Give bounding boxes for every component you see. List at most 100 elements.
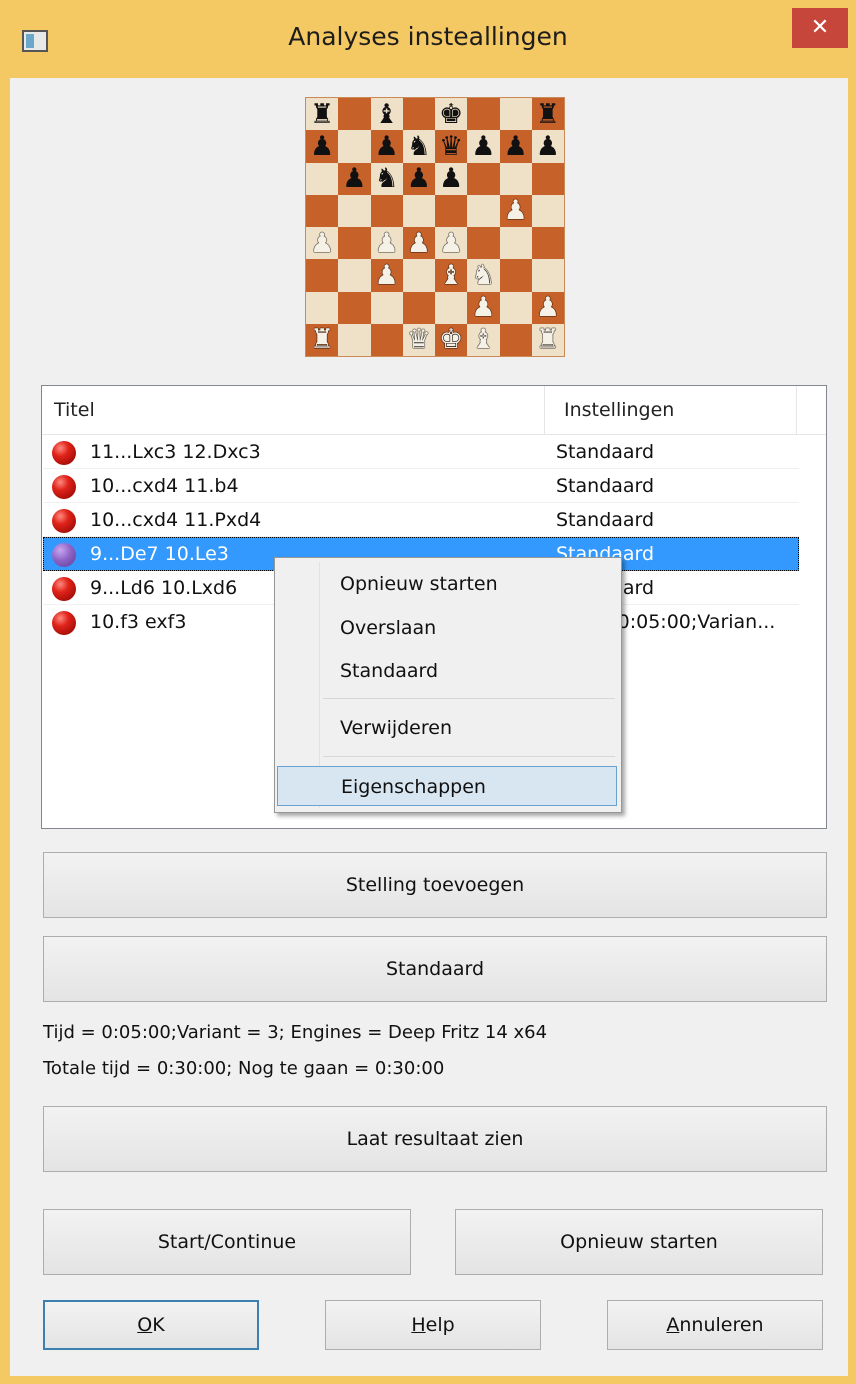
list-item[interactable]: 10...cxd4 11.Pxd4 Standaard bbox=[43, 503, 799, 537]
row-title: 9...De7 10.Le3 bbox=[90, 543, 229, 565]
ok-accelerator: O bbox=[137, 1314, 153, 1336]
board-square bbox=[338, 194, 371, 227]
white-knight-icon: ♞ bbox=[467, 259, 500, 292]
black-bishop-icon: ♝ bbox=[370, 98, 403, 131]
black-rook-icon: ♜ bbox=[531, 98, 564, 131]
menu-item-label: Opnieuw starten bbox=[340, 573, 498, 595]
board-square bbox=[338, 98, 371, 131]
row-settings: Standaard bbox=[556, 441, 655, 463]
black-pawn-icon: ♟ bbox=[531, 130, 564, 163]
white-queen-icon: ♛ bbox=[402, 323, 435, 356]
list-item[interactable]: 11...Lxc3 12.Dxc3 Standaard bbox=[43, 435, 799, 469]
white-pawn-icon: ♟ bbox=[499, 194, 532, 227]
board-square bbox=[531, 162, 564, 195]
black-pawn-icon: ♟ bbox=[435, 162, 468, 195]
row-title: 10...cxd4 11.b4 bbox=[90, 475, 239, 497]
white-pawn-icon: ♟ bbox=[306, 227, 339, 260]
menu-separator bbox=[323, 756, 615, 757]
row-title: 9...Ld6 10.Lxd6 bbox=[90, 577, 238, 599]
board-square bbox=[531, 227, 564, 260]
white-pawn-icon: ♟ bbox=[370, 259, 403, 292]
board-square bbox=[402, 291, 435, 324]
board-square bbox=[370, 323, 403, 356]
black-pawn-icon: ♟ bbox=[370, 130, 403, 163]
board-square bbox=[467, 162, 500, 195]
ok-label-rest: K bbox=[152, 1314, 165, 1336]
restart-button[interactable]: Opnieuw starten bbox=[455, 1209, 823, 1275]
board-square bbox=[499, 323, 532, 356]
list-item[interactable]: 10...cxd4 11.b4 Standaard bbox=[43, 469, 799, 503]
menu-item-restart[interactable]: Opnieuw starten bbox=[277, 564, 617, 604]
white-rook-icon: ♜ bbox=[306, 323, 339, 356]
white-pawn-icon: ♟ bbox=[467, 291, 500, 324]
dialog-client-area: ♜ ♝ ♚ ♜ ♟ ♟ ♞ ♛ ♟ ♟ ♟ ♟ ♞ ♟ ♟ ♟ ♟ ♟ ♟ ♟ ♟ ♝ ♞ ♟ ♟ ♜ ♛ ♚ ♝ ♜ Titel Ins… bbox=[10, 78, 848, 1376]
black-pawn-icon: ♟ bbox=[499, 130, 532, 163]
time-info-line: Totale tijd = 0:30:00; Nog te gaan = 0:3… bbox=[43, 1058, 445, 1079]
board-square bbox=[467, 194, 500, 227]
column-header-title[interactable]: Titel bbox=[54, 386, 544, 434]
black-king-icon: ♚ bbox=[435, 98, 468, 131]
board-square bbox=[531, 259, 564, 292]
white-bishop-icon: ♝ bbox=[467, 323, 500, 356]
black-pawn-icon: ♟ bbox=[306, 130, 339, 163]
black-queen-icon: ♛ bbox=[435, 130, 468, 163]
row-title: 10.f3 exf3 bbox=[90, 611, 187, 633]
dialog-window: Analyses insteallingen ✕ ♜ ♝ ♚ ♜ ♟ ♟ ♞ ♛ ♟ ♟ ♟ ♟ ♞ ♟ ♟… bbox=[0, 0, 856, 1384]
board-square bbox=[467, 227, 500, 260]
row-title: 11...Lxc3 12.Dxc3 bbox=[90, 441, 261, 463]
black-pawn-icon: ♟ bbox=[467, 130, 500, 163]
column-header-settings[interactable]: Instellingen bbox=[556, 386, 796, 434]
start-continue-button[interactable]: Start/Continue bbox=[43, 1209, 411, 1275]
board-square bbox=[499, 98, 532, 131]
context-menu: Opnieuw starten Overslaan Standaard Verw… bbox=[274, 557, 622, 813]
status-ball-icon bbox=[52, 475, 76, 499]
board-square bbox=[467, 98, 500, 131]
white-pawn-icon: ♟ bbox=[402, 227, 435, 260]
ok-button[interactable]: OK bbox=[43, 1300, 259, 1350]
cancel-accelerator: A bbox=[666, 1314, 680, 1336]
add-position-button[interactable]: Stelling toevoegen bbox=[43, 852, 827, 918]
menu-item-skip[interactable]: Overslaan bbox=[277, 608, 617, 648]
help-accelerator: H bbox=[411, 1314, 426, 1336]
board-square bbox=[435, 291, 468, 324]
board-square bbox=[306, 162, 339, 195]
window-title: Analyses insteallingen bbox=[288, 22, 568, 51]
board-square bbox=[306, 259, 339, 292]
board-square bbox=[338, 291, 371, 324]
board-square bbox=[531, 194, 564, 227]
help-button[interactable]: Help bbox=[325, 1300, 541, 1350]
chessboard-preview: ♜ ♝ ♚ ♜ ♟ ♟ ♞ ♛ ♟ ♟ ♟ ♟ ♞ ♟ ♟ ♟ ♟ ♟ ♟ ♟ ♟ ♝ ♞ ♟ ♟ ♜ ♛ ♚ ♝ ♜ bbox=[305, 97, 565, 357]
board-square bbox=[402, 259, 435, 292]
board-square bbox=[499, 227, 532, 260]
row-title: 10...cxd4 11.Pxd4 bbox=[90, 509, 262, 531]
settings-info-line: Tijd = 0:05:00;Variant = 3; Engines = De… bbox=[43, 1022, 548, 1043]
white-pawn-icon: ♟ bbox=[531, 291, 564, 324]
board-square bbox=[370, 291, 403, 324]
board-square bbox=[306, 291, 339, 324]
status-ball-icon bbox=[52, 441, 76, 465]
board-square bbox=[402, 98, 435, 131]
board-square bbox=[338, 227, 371, 260]
board-square bbox=[338, 130, 371, 163]
white-pawn-icon: ♟ bbox=[370, 227, 403, 260]
column-divider-end[interactable] bbox=[796, 386, 797, 434]
column-divider[interactable] bbox=[544, 386, 545, 434]
list-header: Titel Instellingen bbox=[42, 386, 826, 435]
board-square bbox=[370, 194, 403, 227]
menu-item-properties[interactable]: Eigenschappen bbox=[277, 766, 617, 806]
title-bar[interactable]: Analyses insteallingen ✕ bbox=[0, 0, 856, 80]
board-square bbox=[338, 323, 371, 356]
close-button[interactable]: ✕ bbox=[792, 8, 848, 48]
cancel-button[interactable]: Annuleren bbox=[607, 1300, 823, 1350]
default-settings-button[interactable]: Standaard bbox=[43, 936, 827, 1002]
black-pawn-icon: ♟ bbox=[402, 162, 435, 195]
board-square bbox=[402, 194, 435, 227]
status-ball-icon bbox=[52, 509, 76, 533]
show-result-button[interactable]: Laat resultaat zien bbox=[43, 1106, 827, 1172]
board-square bbox=[499, 259, 532, 292]
help-label-rest: elp bbox=[425, 1314, 455, 1336]
menu-item-default[interactable]: Standaard bbox=[277, 651, 617, 691]
board-square bbox=[499, 162, 532, 195]
white-bishop-icon: ♝ bbox=[435, 259, 468, 292]
menu-item-delete[interactable]: Verwijderen bbox=[277, 708, 617, 748]
